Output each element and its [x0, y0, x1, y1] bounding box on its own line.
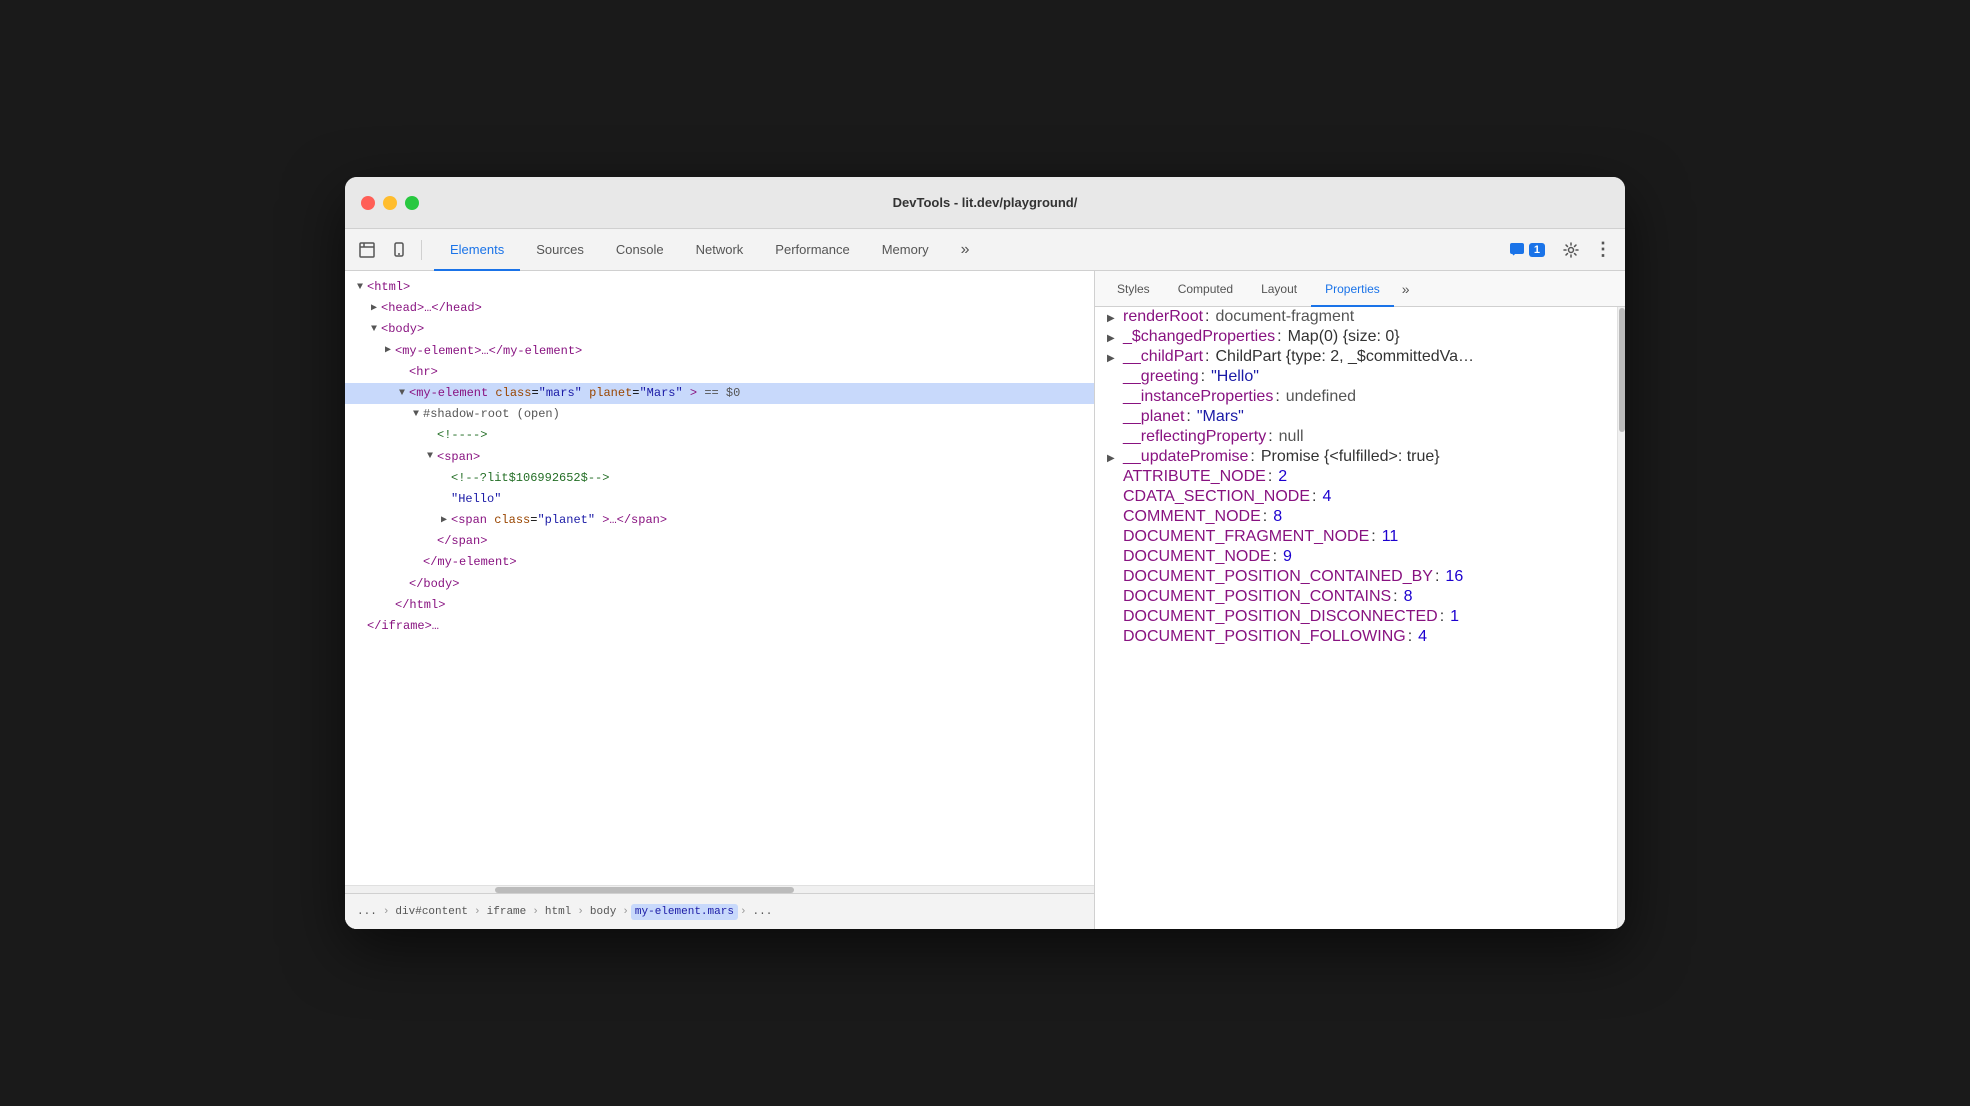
- triangle-html[interactable]: ▼: [353, 280, 367, 296]
- v-scrollbar-thumb[interactable]: [1619, 308, 1625, 432]
- chat-button[interactable]: 1: [1501, 238, 1553, 262]
- sub-tab-layout[interactable]: Layout: [1247, 272, 1311, 307]
- devtools-window: DevTools - lit.dev/playground/: [345, 177, 1625, 929]
- main-content: ▼ <html> ▶ <head>…</head> ▼ <body>: [345, 271, 1625, 929]
- prop-instance-props[interactable]: __instanceProperties : undefined: [1095, 387, 1617, 407]
- dom-line-body[interactable]: ▼ <body>: [345, 319, 1094, 340]
- sub-tab-computed[interactable]: Computed: [1164, 272, 1247, 307]
- close-button[interactable]: [361, 196, 375, 210]
- inspector-icon[interactable]: [353, 236, 381, 264]
- sub-tab-properties[interactable]: Properties: [1311, 272, 1394, 307]
- prop-child-part[interactable]: ▶ __childPart : ChildPart {type: 2, _$co…: [1095, 347, 1617, 367]
- dom-line-span-close[interactable]: </span>: [345, 531, 1094, 552]
- main-tabs: Elements Sources Console Network Perform…: [434, 229, 1501, 270]
- prop-doc-fragment-node[interactable]: DOCUMENT_FRAGMENT_NODE : 11: [1095, 527, 1617, 547]
- tab-network[interactable]: Network: [680, 230, 760, 271]
- properties-scroll-area: ▶ renderRoot : document-fragment ▶ _$cha…: [1095, 307, 1625, 929]
- breadcrumb-item-my-element[interactable]: my-element.mars: [631, 904, 738, 920]
- dom-line-my-element-selected[interactable]: ▼ <my-element class="mars" planet="Mars"…: [345, 383, 1094, 404]
- tab-elements[interactable]: Elements: [434, 230, 520, 271]
- breadcrumb-item-div[interactable]: div#content: [391, 904, 472, 920]
- triangle-shadow[interactable]: ▼: [409, 407, 423, 423]
- triangle-body[interactable]: ▼: [367, 322, 381, 338]
- triangle-my-element1[interactable]: ▶: [381, 343, 395, 359]
- dom-line-hello[interactable]: "Hello": [345, 489, 1094, 510]
- tab-more[interactable]: »: [945, 230, 986, 271]
- prop-triangle-renderroot[interactable]: ▶: [1107, 313, 1121, 324]
- sub-tab-more[interactable]: »: [1394, 271, 1418, 306]
- horizontal-scrollbar[interactable]: [345, 885, 1094, 893]
- prop-doc-pos-following[interactable]: DOCUMENT_POSITION_FOLLOWING : 4: [1095, 627, 1617, 647]
- dom-line-hr[interactable]: <hr>: [345, 362, 1094, 383]
- properties-panel: Styles Computed Layout Properties » ▶ re…: [1095, 271, 1625, 929]
- triangle-span-planet[interactable]: ▶: [437, 513, 451, 529]
- prop-reflecting[interactable]: __reflectingProperty : null: [1095, 427, 1617, 447]
- window-title: DevTools - lit.dev/playground/: [893, 195, 1078, 210]
- dom-line-head[interactable]: ▶ <head>…</head>: [345, 298, 1094, 319]
- prop-planet[interactable]: __planet : "Mars": [1095, 407, 1617, 427]
- divider: [421, 240, 422, 260]
- dom-line-my-element1[interactable]: ▶ <my-element>…</my-element>: [345, 341, 1094, 362]
- dom-line-body-close[interactable]: </body>: [345, 574, 1094, 595]
- dom-line-comment2[interactable]: <!--?lit$106992652$-->: [345, 468, 1094, 489]
- dom-tree: ▼ <html> ▶ <head>…</head> ▼ <body>: [345, 271, 1094, 885]
- sub-tabs: Styles Computed Layout Properties »: [1095, 271, 1625, 307]
- prop-panel: ▶ renderRoot : document-fragment ▶ _$cha…: [1095, 307, 1617, 929]
- prop-greeting[interactable]: __greeting : "Hello": [1095, 367, 1617, 387]
- triangle-my-element-selected[interactable]: ▼: [395, 386, 409, 402]
- tab-console[interactable]: Console: [600, 230, 680, 271]
- prop-changed-props[interactable]: ▶ _$changedProperties : Map(0) {size: 0}: [1095, 327, 1617, 347]
- tab-performance[interactable]: Performance: [759, 230, 865, 271]
- devtools-panel: Elements Sources Console Network Perform…: [345, 229, 1625, 929]
- triangle-span[interactable]: ▼: [423, 449, 437, 465]
- prop-triangle-changed[interactable]: ▶: [1107, 333, 1121, 344]
- prop-comment-node[interactable]: COMMENT_NODE : 8: [1095, 507, 1617, 527]
- breadcrumb-bar: ... › div#content › iframe › html › body…: [345, 893, 1094, 929]
- prop-triangle-promise[interactable]: ▶: [1107, 453, 1121, 464]
- dom-line-html[interactable]: ▼ <html>: [345, 277, 1094, 298]
- more-options-button[interactable]: ⋮: [1589, 236, 1617, 264]
- toolbar-right: 1 ⋮: [1501, 229, 1617, 270]
- prop-doc-pos-disconnected[interactable]: DOCUMENT_POSITION_DISCONNECTED : 1: [1095, 607, 1617, 627]
- prop-render-root[interactable]: ▶ renderRoot : document-fragment: [1095, 307, 1617, 327]
- breadcrumb-item-html[interactable]: html: [541, 904, 575, 920]
- toolbar-tools: [353, 229, 426, 270]
- main-tab-bar: Elements Sources Console Network Perform…: [345, 229, 1625, 271]
- triangle-head[interactable]: ▶: [367, 301, 381, 317]
- prop-attribute-node[interactable]: ATTRIBUTE_NODE : 2: [1095, 467, 1617, 487]
- breadcrumb-item-body[interactable]: body: [586, 904, 620, 920]
- dom-line-html-close[interactable]: </html>: [345, 595, 1094, 616]
- maximize-button[interactable]: [405, 196, 419, 210]
- dom-line-span[interactable]: ▼ <span>: [345, 447, 1094, 468]
- traffic-lights: [361, 196, 419, 210]
- prop-doc-pos-contains[interactable]: DOCUMENT_POSITION_CONTAINS : 8: [1095, 587, 1617, 607]
- breadcrumb-item-more[interactable]: ...: [749, 904, 777, 920]
- breadcrumb-item-iframe[interactable]: iframe: [483, 904, 531, 920]
- prop-doc-pos-contained[interactable]: DOCUMENT_POSITION_CONTAINED_BY : 16: [1095, 567, 1617, 587]
- sub-tab-styles[interactable]: Styles: [1103, 272, 1164, 307]
- dom-line-iframe-close[interactable]: </iframe>…: [345, 616, 1094, 637]
- titlebar: DevTools - lit.dev/playground/: [345, 177, 1625, 229]
- dom-line-shadow-root[interactable]: ▼ #shadow-root (open): [345, 404, 1094, 425]
- tab-memory[interactable]: Memory: [866, 230, 945, 271]
- vertical-scrollbar[interactable]: [1617, 307, 1625, 929]
- dom-panel: ▼ <html> ▶ <head>…</head> ▼ <body>: [345, 271, 1095, 929]
- settings-button[interactable]: [1557, 236, 1585, 264]
- breadcrumb-item-dots[interactable]: ...: [353, 904, 381, 920]
- prop-doc-node[interactable]: DOCUMENT_NODE : 9: [1095, 547, 1617, 567]
- dom-line-my-element-close[interactable]: </my-element>: [345, 552, 1094, 573]
- chat-badge: 1: [1529, 243, 1545, 257]
- dom-line-comment1[interactable]: <!---->: [345, 425, 1094, 446]
- prop-triangle-childpart[interactable]: ▶: [1107, 353, 1121, 364]
- tab-sources[interactable]: Sources: [520, 230, 600, 271]
- prop-update-promise[interactable]: ▶ __updatePromise : Promise {<fulfilled>…: [1095, 447, 1617, 467]
- device-toggle-icon[interactable]: [385, 236, 413, 264]
- dom-line-span-planet[interactable]: ▶ <span class="planet" >…</span>: [345, 510, 1094, 531]
- prop-cdata-node[interactable]: CDATA_SECTION_NODE : 4: [1095, 487, 1617, 507]
- minimize-button[interactable]: [383, 196, 397, 210]
